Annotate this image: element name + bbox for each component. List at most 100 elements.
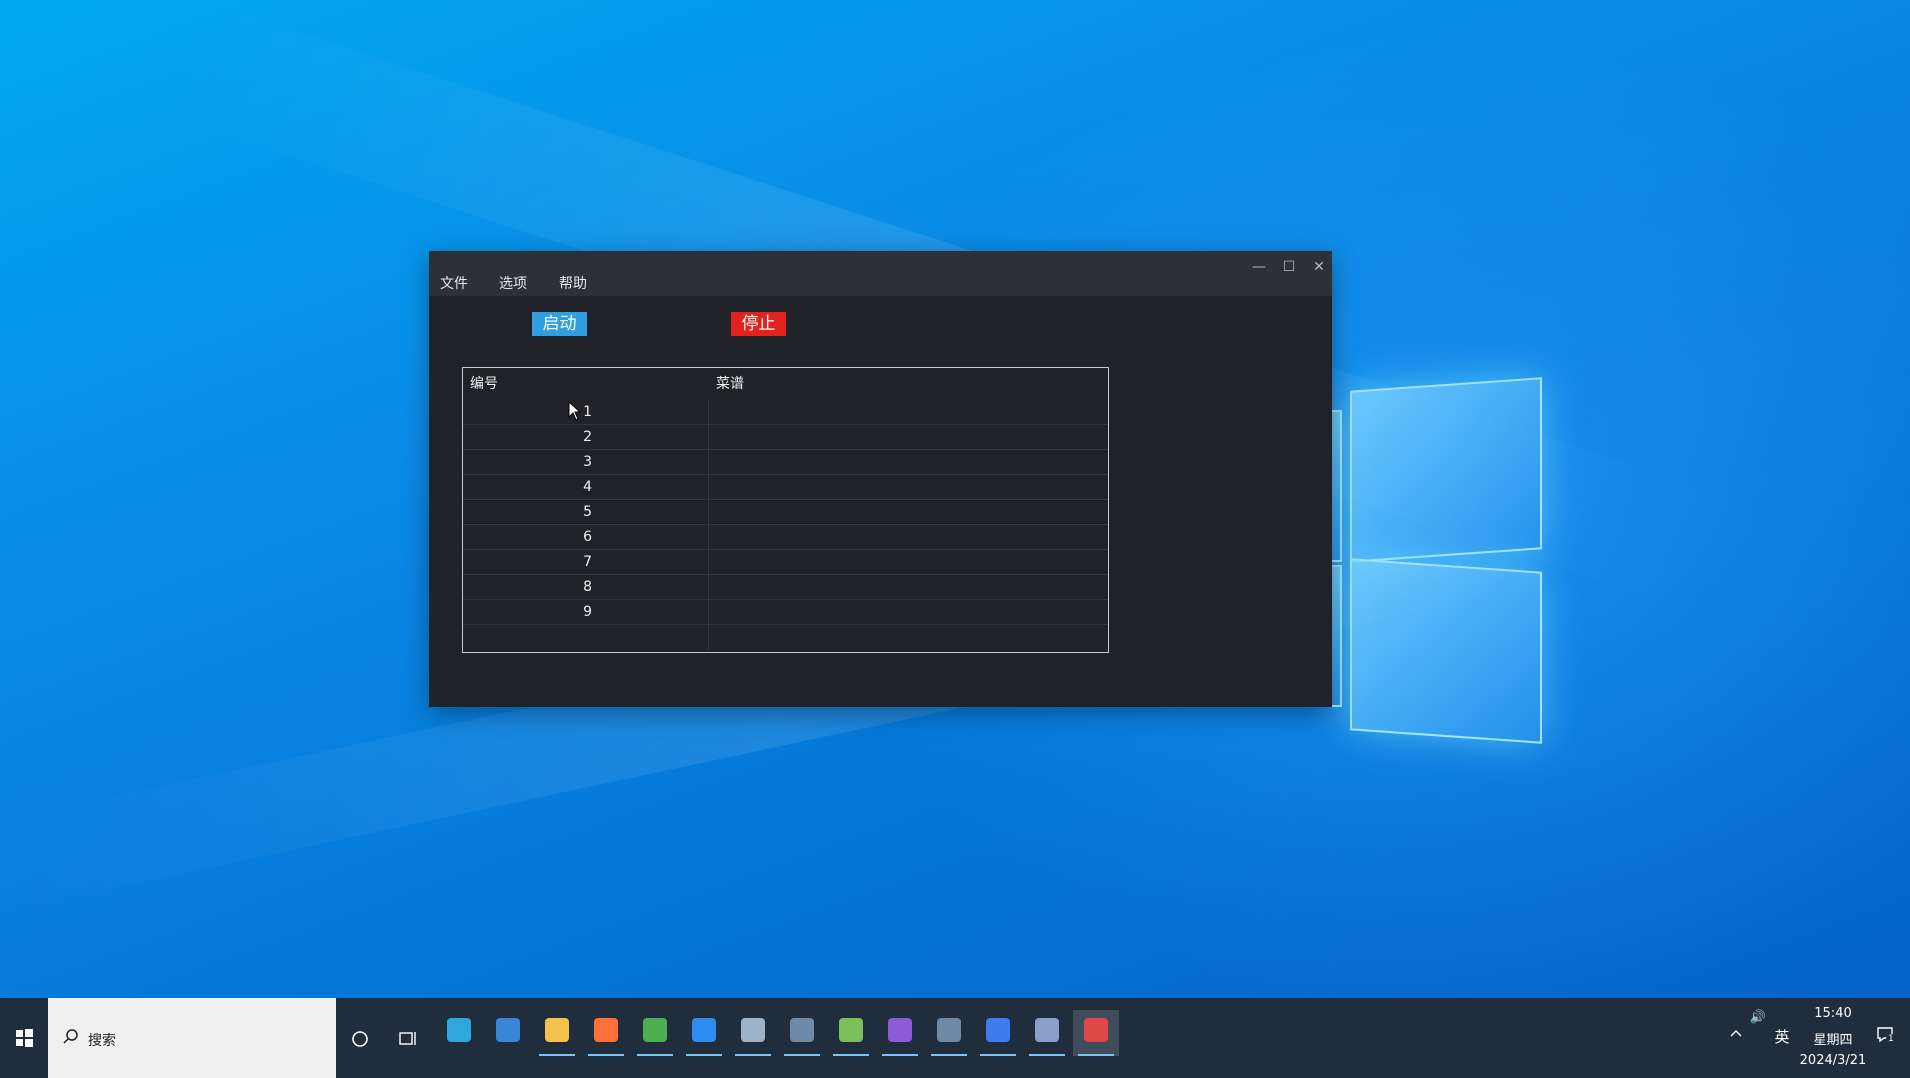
- clock-time[interactable]: 15:40: [1800, 1006, 1866, 1021]
- taskbar-app[interactable]: [877, 1010, 923, 1056]
- taskbar-app[interactable]: [485, 1010, 531, 1056]
- image-viewer-icon: [741, 1018, 765, 1042]
- taskbar-app[interactable]: [534, 1010, 580, 1056]
- start-button-windows[interactable]: [0, 998, 48, 1078]
- edge-icon: [447, 1018, 471, 1042]
- running-indicator: [637, 1054, 673, 1056]
- running-indicator: [784, 1054, 820, 1056]
- chrome-icon: [643, 1018, 667, 1042]
- tools-icon: [1035, 1018, 1059, 1042]
- cell-recipe[interactable]: [709, 550, 1108, 575]
- menu-help[interactable]: 帮助: [559, 273, 587, 293]
- running-indicator: [539, 1054, 575, 1056]
- volume-icon[interactable]: 🔊: [1748, 1010, 1768, 1025]
- table-row[interactable]: 9: [463, 600, 1108, 625]
- task-view-icon[interactable]: [397, 1028, 419, 1050]
- table-row[interactable]: 6: [463, 525, 1108, 550]
- paint-app-icon: [1084, 1018, 1108, 1042]
- cell-number[interactable]: 3: [463, 450, 709, 475]
- file-explorer-icon: [545, 1018, 569, 1042]
- cell-recipe[interactable]: [709, 600, 1108, 625]
- column-header-recipe[interactable]: 菜谱: [709, 368, 1108, 400]
- table-row[interactable]: 7: [463, 550, 1108, 575]
- cell-number[interactable]: 9: [463, 600, 709, 625]
- taskbar-app[interactable]: [632, 1010, 678, 1056]
- car-app-2-icon: [937, 1018, 961, 1042]
- close-button[interactable]: ✕: [1305, 255, 1333, 279]
- taskbar-app[interactable]: [926, 1010, 972, 1056]
- action-center-icon[interactable]: 1: [1876, 1026, 1896, 1044]
- column-header-number[interactable]: 编号: [463, 368, 709, 400]
- cell-number[interactable]: 7: [463, 550, 709, 575]
- firefox-icon: [594, 1018, 618, 1042]
- stop-button[interactable]: 停止: [731, 312, 786, 336]
- pen-app-icon: [986, 1018, 1010, 1042]
- running-indicator: [588, 1054, 624, 1056]
- running-indicator: [931, 1054, 967, 1056]
- cell-recipe[interactable]: [709, 475, 1108, 500]
- taskbar-app[interactable]: [828, 1010, 874, 1056]
- store-icon: [496, 1018, 520, 1042]
- cell-number[interactable]: 6: [463, 525, 709, 550]
- cell-recipe[interactable]: [709, 500, 1108, 525]
- cell-recipe[interactable]: [709, 525, 1108, 550]
- running-indicator: [1029, 1054, 1065, 1056]
- taskbar-app[interactable]: [1024, 1010, 1070, 1056]
- visual-studio-icon: [888, 1018, 912, 1042]
- running-indicator: [833, 1054, 869, 1056]
- table-row[interactable]: 5: [463, 500, 1108, 525]
- taskbar: 搜索 🔊 英 15:40 星期四 2024/3/21 1: [0, 998, 1910, 1078]
- cell-recipe[interactable]: [709, 450, 1108, 475]
- windows-logo-pane: [1350, 377, 1542, 563]
- table-row[interactable]: 3: [463, 450, 1108, 475]
- running-indicator: [882, 1054, 918, 1056]
- cell-recipe[interactable]: [709, 575, 1108, 600]
- search-icon: [63, 1029, 78, 1044]
- search-placeholder: 搜索: [88, 1033, 116, 1049]
- table-row[interactable]: 4: [463, 475, 1108, 500]
- menu-options[interactable]: 选项: [499, 273, 527, 293]
- maximize-button[interactable]: ☐: [1275, 255, 1303, 279]
- cell-recipe[interactable]: [709, 625, 1108, 650]
- show-hidden-icons-chevron-icon[interactable]: [1728, 1026, 1744, 1042]
- windows-start-icon: [16, 1029, 33, 1047]
- notification-count: 1: [1886, 1034, 1896, 1044]
- cell-number[interactable]: 8: [463, 575, 709, 600]
- search-app-icon: [692, 1018, 716, 1042]
- table-row[interactable]: 2: [463, 425, 1108, 450]
- taskbar-app[interactable]: [779, 1010, 825, 1056]
- cell-number[interactable]: [463, 625, 709, 650]
- taskbar-app[interactable]: [436, 1010, 482, 1056]
- table-row[interactable]: 1: [463, 400, 1108, 425]
- menu-file[interactable]: 文件: [440, 273, 468, 293]
- taskbar-app[interactable]: [681, 1010, 727, 1056]
- cell-number[interactable]: 1: [463, 400, 709, 425]
- running-indicator: [1078, 1054, 1114, 1056]
- cell-recipe[interactable]: [709, 400, 1108, 425]
- taskbar-app[interactable]: [730, 1010, 776, 1056]
- taskbar-app[interactable]: [583, 1010, 629, 1056]
- recipe-table[interactable]: 编号 菜谱 1 2 3 4 5 6 7 8 9: [462, 367, 1109, 653]
- windows-logo-pane: [1350, 558, 1542, 744]
- minimize-button[interactable]: —: [1245, 255, 1273, 279]
- table-row[interactable]: 8: [463, 575, 1108, 600]
- cell-number[interactable]: 2: [463, 425, 709, 450]
- cell-number[interactable]: 4: [463, 475, 709, 500]
- title-bar[interactable]: 文件 选项 帮助 — ☐ ✕: [429, 251, 1332, 296]
- running-indicator: [980, 1054, 1016, 1056]
- clock-date[interactable]: 2024/3/21: [1794, 1053, 1872, 1068]
- cell-number[interactable]: 5: [463, 500, 709, 525]
- taskbar-app[interactable]: [975, 1010, 1021, 1056]
- mouse-pointer-icon: [568, 401, 582, 421]
- running-indicator: [686, 1054, 722, 1056]
- table-row-new[interactable]: [463, 625, 1108, 650]
- running-indicator: [735, 1054, 771, 1056]
- start-button[interactable]: 启动: [532, 312, 587, 336]
- taskbar-search[interactable]: 搜索: [48, 998, 336, 1078]
- input-method-indicator[interactable]: 英: [1771, 1026, 1793, 1047]
- taskbar-app[interactable]: [1073, 1010, 1119, 1056]
- cell-recipe[interactable]: [709, 425, 1108, 450]
- notepad-icon: [839, 1018, 863, 1042]
- clock-weekday[interactable]: 星期四: [1800, 1029, 1866, 1048]
- cortana-icon[interactable]: [349, 1028, 371, 1050]
